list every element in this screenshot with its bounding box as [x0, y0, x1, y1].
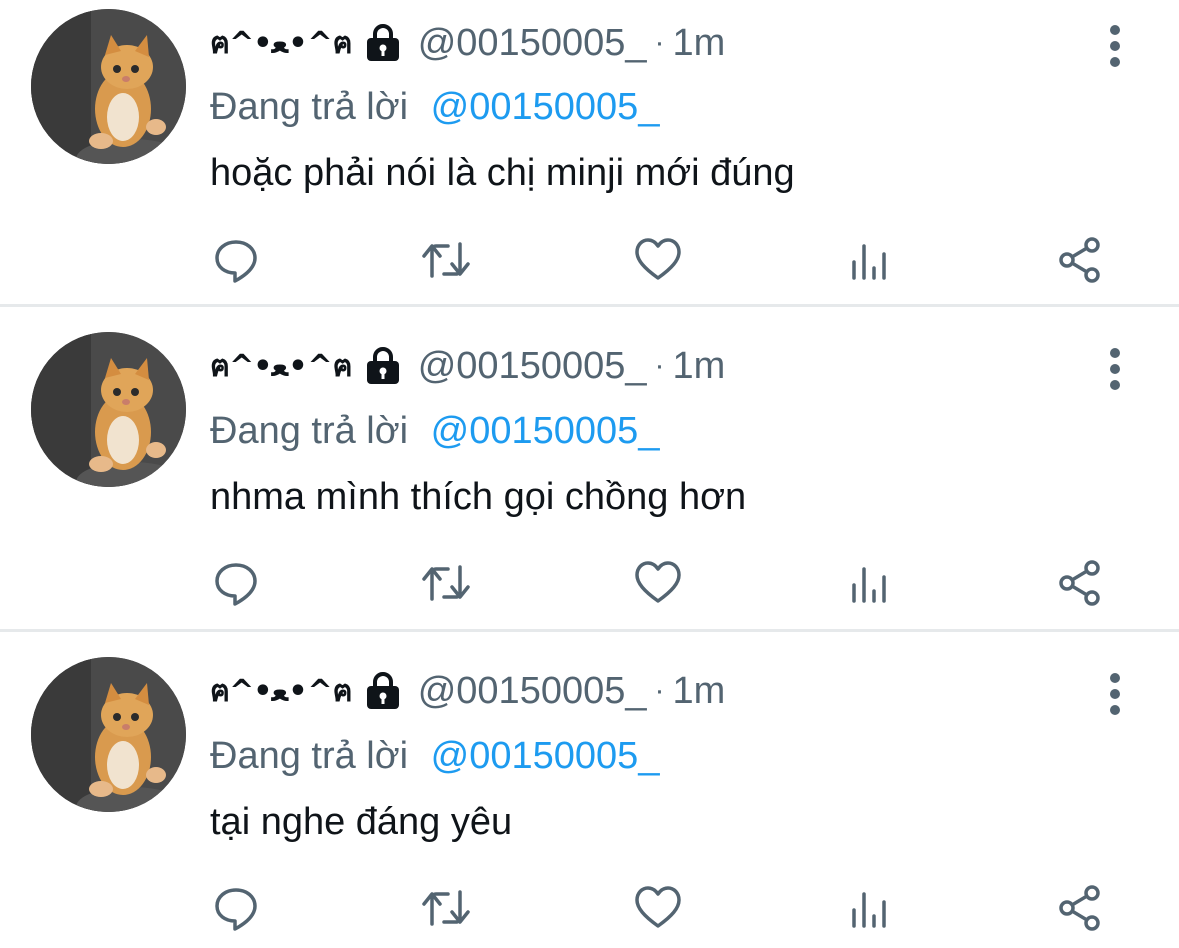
lock-icon: [362, 346, 404, 386]
retweet-button[interactable]: [418, 555, 474, 611]
tweet-text: hoặc phải nói là chị minji mới đúng: [210, 152, 795, 194]
retweet-button[interactable]: [418, 232, 474, 288]
more-vertical-icon: [1110, 673, 1120, 715]
retweet-button[interactable]: [418, 880, 474, 936]
display-name[interactable]: ฅ^•ﻌ•^ฅ: [210, 668, 353, 715]
replying-to: Đang trả lời @00150005_: [210, 410, 659, 453]
kitten-avatar-image: [31, 9, 186, 164]
views-button[interactable]: [842, 555, 898, 611]
tweet-actions: [0, 555, 1179, 611]
separator-dot: ·: [654, 674, 665, 707]
share-button[interactable]: [1052, 232, 1108, 288]
reply-button[interactable]: [208, 880, 264, 936]
reply-button[interactable]: [208, 232, 264, 288]
avatar[interactable]: [31, 332, 186, 487]
heart-icon: [635, 561, 681, 603]
display-name[interactable]: ฅ^•ﻌ•^ฅ: [210, 20, 353, 67]
tweet-actions: [0, 232, 1179, 288]
share-button[interactable]: [1052, 555, 1108, 611]
lock-icon: [362, 671, 404, 711]
avatar[interactable]: [31, 9, 186, 164]
tweet-header: ฅ^•ﻌ•^ฅ @00150005_ · 1m: [210, 18, 725, 68]
share-icon: [1059, 237, 1100, 283]
reply-button[interactable]: [208, 555, 264, 611]
user-handle[interactable]: @00150005_: [418, 22, 647, 65]
timestamp[interactable]: 1m: [673, 345, 726, 388]
share-icon: [1059, 885, 1100, 931]
views-button[interactable]: [842, 880, 898, 936]
more-vertical-icon: [1110, 25, 1120, 67]
retweet-icon: [422, 890, 470, 926]
views-icon: [852, 567, 886, 603]
separator-dot: ·: [654, 26, 665, 59]
replying-to-label: Đang trả lời: [210, 410, 409, 452]
more-options-button[interactable]: [1098, 670, 1132, 720]
reply-icon: [215, 563, 257, 606]
tweet-feed: ฅ^•ﻌ•^ฅ @00150005_ · 1m Đang trả lời @00…: [0, 0, 1179, 948]
share-button[interactable]: [1052, 880, 1108, 936]
user-handle[interactable]: @00150005_: [418, 670, 647, 713]
more-options-button[interactable]: [1098, 22, 1132, 72]
replying-to: Đang trả lời @00150005_: [210, 86, 659, 129]
reply-mention-link[interactable]: @00150005_: [431, 735, 660, 777]
lock-icon: [362, 23, 404, 63]
like-button[interactable]: [630, 232, 686, 288]
user-handle[interactable]: @00150005_: [418, 345, 647, 388]
reply-mention-link[interactable]: @00150005_: [431, 86, 660, 128]
replying-to: Đang trả lời @00150005_: [210, 735, 659, 778]
replying-to-label: Đang trả lời: [210, 86, 409, 128]
tweet-text: tại nghe đáng yêu: [210, 801, 513, 843]
tweet-header: ฅ^•ﻌ•^ฅ @00150005_ · 1m: [210, 341, 725, 391]
avatar[interactable]: [31, 657, 186, 812]
views-button[interactable]: [842, 232, 898, 288]
share-icon: [1059, 560, 1100, 606]
retweet-icon: [422, 565, 470, 601]
retweet-icon: [422, 242, 470, 278]
reply-icon: [215, 888, 257, 931]
timestamp[interactable]: 1m: [673, 670, 726, 713]
tweet-actions: [0, 880, 1179, 936]
separator-dot: ·: [654, 349, 665, 382]
heart-icon: [635, 886, 681, 928]
tweet[interactable]: ฅ^•ﻌ•^ฅ @00150005_ · 1m Đang trả lời @00…: [0, 632, 1179, 948]
kitten-avatar-image: [31, 657, 186, 812]
heart-icon: [635, 238, 681, 280]
replying-to-label: Đang trả lời: [210, 735, 409, 777]
more-options-button[interactable]: [1098, 345, 1132, 395]
views-icon: [852, 892, 886, 928]
tweet-text: nhma mình thích gọi chồng hơn: [210, 476, 747, 518]
like-button[interactable]: [630, 555, 686, 611]
tweet-header: ฅ^•ﻌ•^ฅ @00150005_ · 1m: [210, 666, 725, 716]
tweet[interactable]: ฅ^•ﻌ•^ฅ @00150005_ · 1m Đang trả lời @00…: [0, 307, 1179, 632]
reply-icon: [215, 240, 257, 283]
more-vertical-icon: [1110, 348, 1120, 390]
display-name[interactable]: ฅ^•ﻌ•^ฅ: [210, 343, 353, 390]
tweet[interactable]: ฅ^•ﻌ•^ฅ @00150005_ · 1m Đang trả lời @00…: [0, 0, 1179, 307]
views-icon: [852, 244, 886, 280]
kitten-avatar-image: [31, 332, 186, 487]
like-button[interactable]: [630, 880, 686, 936]
reply-mention-link[interactable]: @00150005_: [431, 410, 660, 452]
timestamp[interactable]: 1m: [673, 22, 726, 65]
